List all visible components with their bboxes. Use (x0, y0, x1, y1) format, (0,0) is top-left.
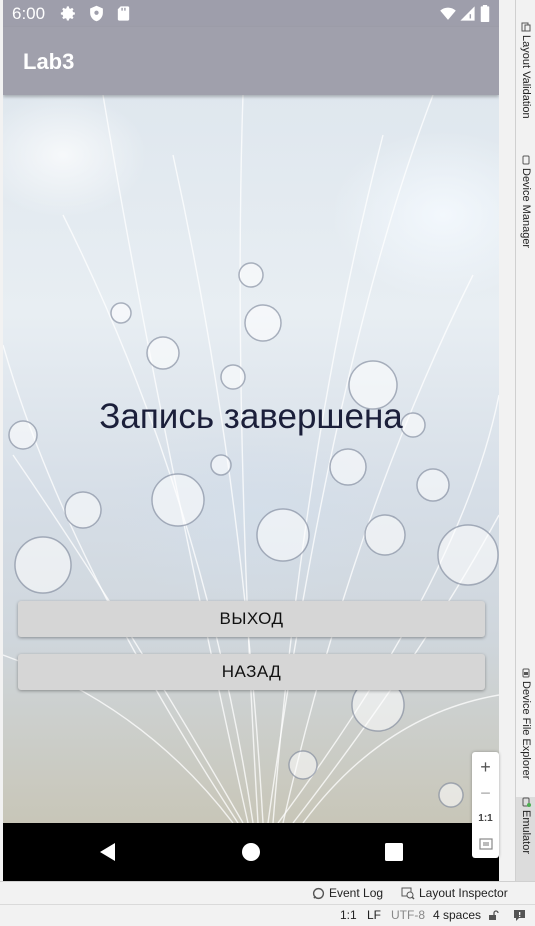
signal-icon (460, 6, 475, 21)
right-tool-window-strip: Layout Validation Device Manager Device … (515, 0, 535, 881)
ide-status-line: 1:1 LF UTF-8 4 spaces (0, 904, 535, 926)
layout-inspector-tab[interactable]: Layout Inspector (401, 886, 508, 900)
fit-screen-icon (478, 838, 493, 850)
zoom-actual-size-button[interactable]: 1:1 (472, 805, 499, 831)
sd-card-icon (117, 6, 130, 21)
nav-recents-button[interactable] (364, 823, 424, 881)
record-complete-message: Запись завершена (99, 397, 403, 436)
nav-back-button[interactable] (78, 823, 138, 881)
activity-content: Запись завершена ВЫХОД НАЗАД (3, 95, 499, 823)
shield-icon (90, 5, 103, 22)
android-status-bar: 6:00 (3, 0, 499, 27)
app-bar: Lab3 (3, 27, 499, 95)
exit-button[interactable]: ВЫХОД (18, 601, 485, 637)
layout-inspector-icon (401, 887, 415, 900)
status-time: 6:00 (12, 4, 46, 23)
battery-icon (480, 5, 490, 22)
layout-inspector-label: Layout Inspector (419, 886, 508, 900)
emulator-zoom-controls: + − 1:1 (472, 752, 499, 858)
bottom-tool-window-bar: Event Log Layout Inspector (0, 881, 535, 905)
tab-label: Layout Validation (520, 35, 532, 119)
emulator-icon (522, 797, 531, 807)
event-log-icon (312, 887, 325, 899)
recents-square-icon (385, 843, 403, 861)
android-navigation-bar (3, 823, 499, 881)
app-title: Lab3 (23, 49, 75, 74)
back-button[interactable]: НАЗАД (18, 654, 485, 690)
zoom-out-button[interactable]: − (472, 780, 499, 806)
tab-emulator[interactable]: Emulator (516, 797, 535, 881)
settings-icon (60, 6, 75, 21)
home-circle-icon (242, 843, 260, 861)
tab-label: Emulator (520, 810, 532, 855)
back-triangle-icon (100, 843, 115, 861)
dewdrop-background-image (3, 95, 499, 823)
zoom-fit-screen-button[interactable] (472, 831, 499, 857)
tab-partial-top (516, 0, 535, 6)
tab-label: Device Manager (520, 168, 532, 249)
tab-label: Device File Explorer (520, 681, 532, 780)
event-log-tab[interactable]: Event Log (312, 886, 383, 900)
indent-setting[interactable]: 4 spaces (433, 908, 481, 922)
wifi-icon (440, 7, 456, 20)
zoom-in-button[interactable]: + (472, 754, 499, 780)
cursor-position[interactable]: 1:1 (340, 908, 357, 922)
line-separator[interactable]: LF (367, 908, 381, 922)
tab-device-manager[interactable]: Device Manager (516, 155, 535, 248)
nav-home-button[interactable] (221, 823, 281, 881)
unlock-icon[interactable] (488, 910, 499, 921)
event-log-label: Event Log (329, 886, 384, 900)
file-encoding[interactable]: UTF-8 (391, 908, 425, 922)
emulator-screen: 6:00 Lab3 Запись завершена ВЫХОД НАЗАД (3, 0, 499, 881)
device-manager-icon (522, 155, 530, 165)
tab-layout-validation[interactable]: Layout Validation (516, 22, 535, 119)
layout-validation-icon (521, 22, 531, 32)
notifications-icon[interactable] (513, 909, 526, 921)
tab-device-file-explorer[interactable]: Device File Explorer (516, 668, 535, 779)
device-file-explorer-icon (522, 668, 530, 678)
